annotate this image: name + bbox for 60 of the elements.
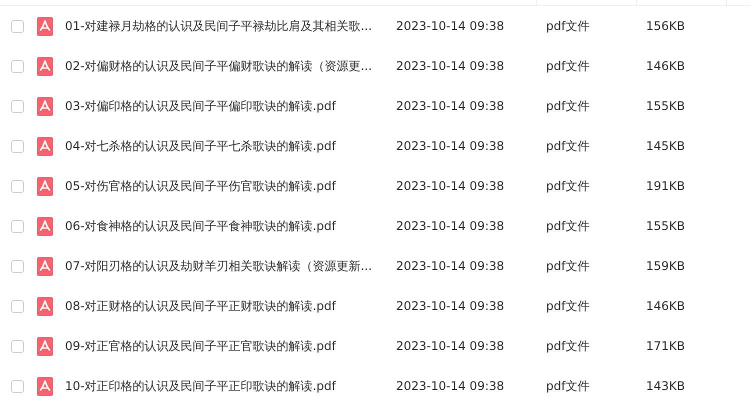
file-name[interactable]: 07-对阳刃格的认识及劫财羊刃相关歌诀解读（资源更新...	[65, 257, 396, 275]
file-size: 171KB	[646, 338, 686, 355]
file-type: pdf文件	[546, 258, 590, 275]
file-size: 146KB	[646, 58, 686, 75]
checkbox[interactable]	[11, 180, 24, 192]
pdf-file-icon	[37, 96, 53, 116]
checkbox[interactable]	[11, 340, 24, 352]
file-name[interactable]: 06-对食神格的认识及民间子平食神歌诀的解读.pdf	[65, 217, 396, 235]
modified-date: 2023-10-14 09:38	[396, 338, 506, 355]
file-name[interactable]: 09-对正官格的认识及民间子平正官歌诀的解读.pdf	[65, 337, 396, 355]
file-type: pdf文件	[546, 98, 590, 115]
modified-date: 2023-10-14 09:38	[396, 298, 506, 315]
file-name[interactable]: 05-对伤官格的认识及民间子平伤官歌诀的解读.pdf	[65, 177, 396, 195]
file-name[interactable]: 04-对七杀格的认识及民间子平七杀歌诀的解读.pdf	[65, 137, 396, 155]
pdf-file-icon	[37, 16, 53, 36]
file-name[interactable]: 10-对正印格的认识及民间子平正印歌诀的解读.pdf	[65, 377, 396, 395]
file-type: pdf文件	[546, 218, 590, 235]
checkbox[interactable]	[11, 220, 24, 232]
file-name[interactable]: 02-对偏财格的认识及民间子平偏财歌诀的解读（资源更...	[65, 57, 396, 75]
modified-date: 2023-10-14 09:38	[396, 218, 506, 235]
file-size: 191KB	[646, 178, 686, 195]
file-name[interactable]: 01-对建禄月劫格的认识及民间子平禄劫比肩及其相关歌...	[65, 17, 396, 35]
checkbox[interactable]	[11, 380, 24, 392]
pdf-file-icon	[37, 136, 53, 156]
file-name[interactable]: 03-对偏印格的认识及民间子平偏印歌诀的解读.pdf	[65, 97, 396, 115]
file-type: pdf文件	[546, 298, 590, 315]
file-size: 155KB	[646, 98, 686, 115]
file-size: 159KB	[646, 258, 686, 275]
modified-date: 2023-10-14 09:38	[396, 378, 506, 395]
modified-date: 2023-10-14 09:38	[396, 98, 506, 115]
pdf-file-icon	[37, 336, 53, 356]
file-size: 146KB	[646, 298, 686, 315]
file-type: pdf文件	[546, 338, 590, 355]
modified-date: 2023-10-14 09:38	[396, 178, 506, 195]
file-type: pdf文件	[546, 58, 590, 75]
file-size: 155KB	[646, 218, 686, 235]
pdf-file-icon	[37, 56, 53, 76]
file-size: 145KB	[646, 138, 686, 155]
file-type: pdf文件	[546, 18, 590, 35]
checkbox[interactable]	[11, 140, 24, 152]
checkbox[interactable]	[11, 300, 24, 312]
checkbox[interactable]	[11, 260, 24, 272]
pdf-file-icon	[37, 256, 53, 276]
file-type: pdf文件	[546, 138, 590, 155]
file-type: pdf文件	[546, 178, 590, 195]
pdf-file-icon	[37, 176, 53, 196]
checkbox[interactable]	[11, 100, 24, 112]
modified-date: 2023-10-14 09:38	[396, 138, 506, 155]
modified-date: 2023-10-14 09:38	[396, 258, 506, 275]
checkbox[interactable]	[11, 60, 24, 72]
pdf-file-icon	[37, 376, 53, 396]
file-type: pdf文件	[546, 378, 590, 395]
checkbox[interactable]	[11, 20, 24, 32]
modified-date: 2023-10-14 09:38	[396, 58, 506, 75]
pdf-file-icon	[37, 296, 53, 316]
file-size: 156KB	[646, 18, 686, 35]
pdf-file-icon	[37, 216, 53, 236]
file-size: 143KB	[646, 378, 686, 395]
modified-date: 2023-10-14 09:38	[396, 18, 506, 35]
file-name[interactable]: 08-对正财格的认识及民间子平正财歌诀的解读.pdf	[65, 297, 396, 315]
